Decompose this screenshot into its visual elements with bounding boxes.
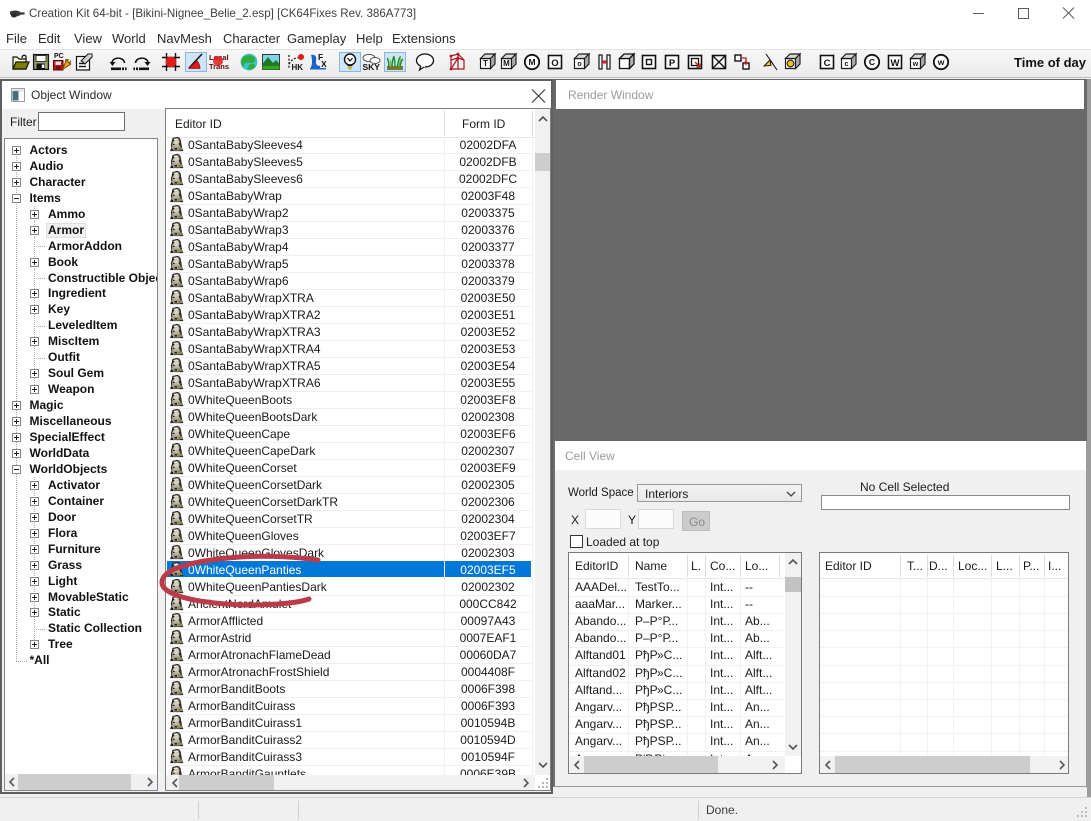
svg-text:O: O [551,58,558,69]
svg-text:W: W [891,58,900,69]
svg-text:PC: PC [54,53,64,60]
svg-text:P: P [669,58,676,69]
svg-text:C: C [869,57,875,67]
svg-text:o: o [577,61,581,68]
svg-text:M: M [503,59,510,68]
svg-text:C: C [824,58,831,69]
svg-text:w: w [937,57,945,67]
svg-text:w: w [912,61,919,68]
svg-text:c: c [845,61,849,68]
svg-text:M: M [528,57,535,67]
svg-text:T: T [483,59,488,68]
svg-text:HK: HK [292,63,304,72]
svg-text:X: X [321,59,327,69]
svg-text:SKY: SKY [363,62,381,72]
